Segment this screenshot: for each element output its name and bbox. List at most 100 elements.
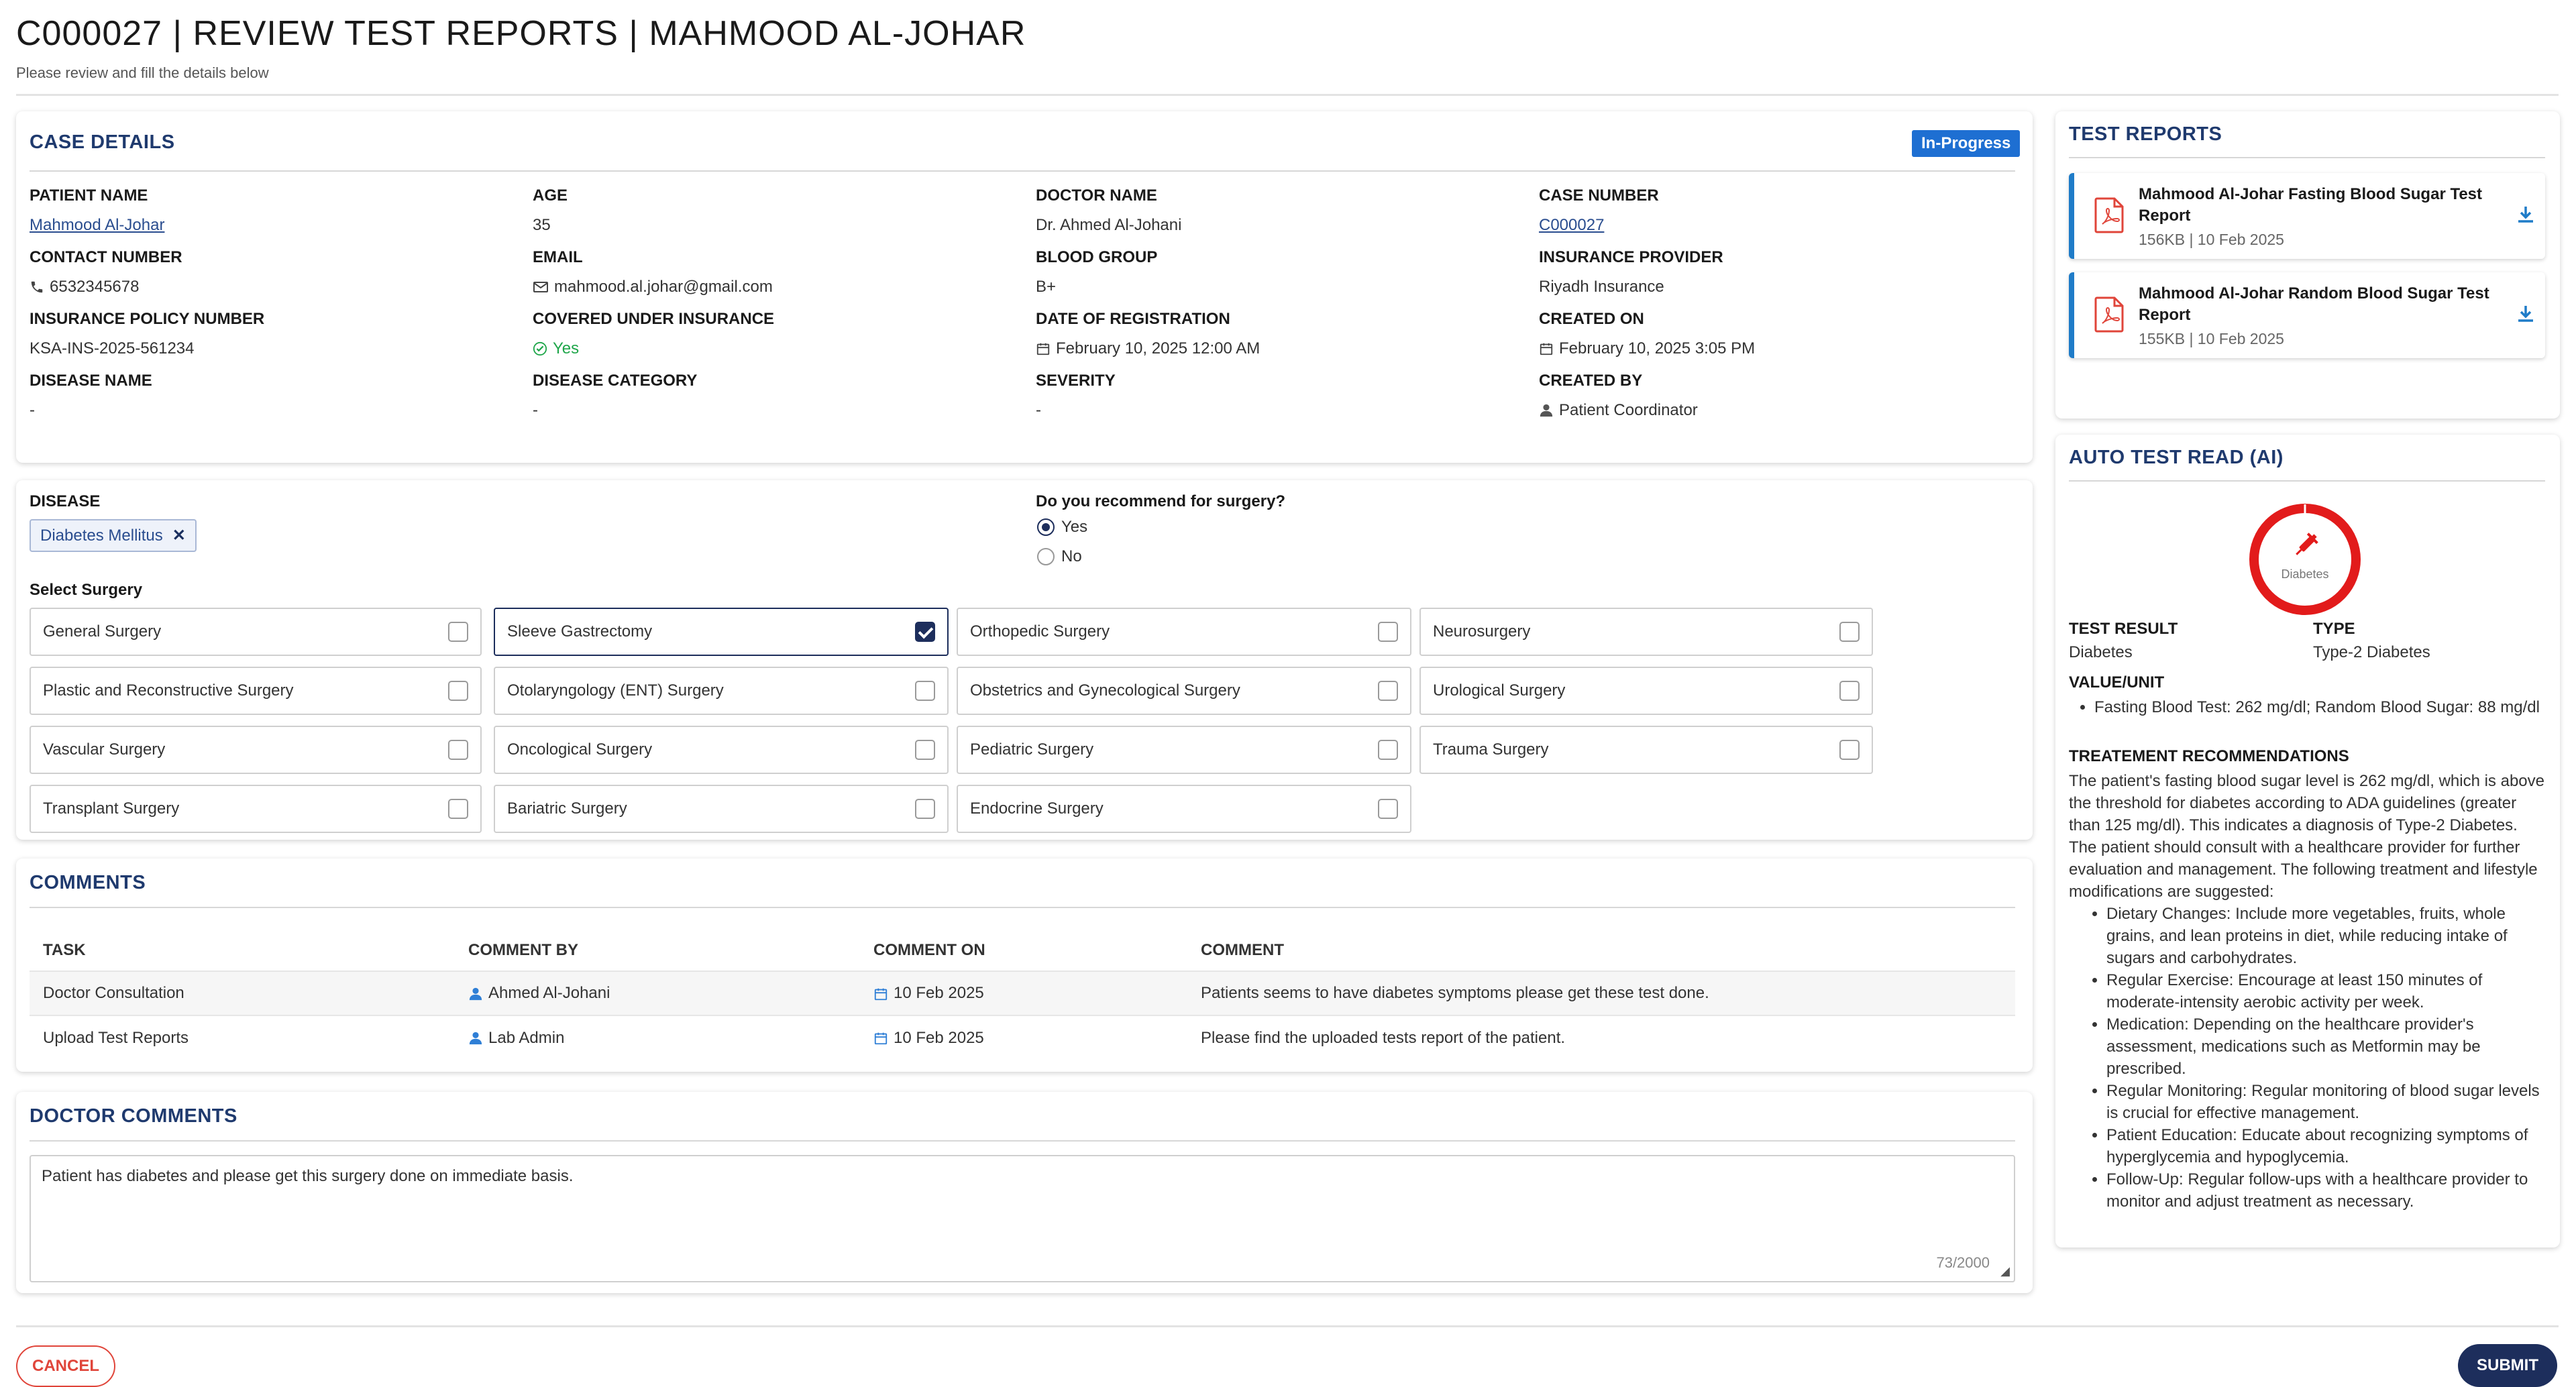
surgery-option[interactable]: Transplant Surgery: [30, 785, 482, 833]
surgery-option[interactable]: Obstetrics and Gynecological Surgery: [957, 667, 1411, 715]
report-item[interactable]: Mahmood Al-Johar Random Blood Sugar Test…: [2069, 272, 2545, 358]
surgery-option[interactable]: Endocrine Surgery: [957, 785, 1411, 833]
recommendations-field: TREATEMENT RECOMMENDATIONS The patient's…: [2069, 747, 2545, 1213]
doctor-comments-title: DOCTOR COMMENTS: [30, 1105, 237, 1127]
disease-category-value: -: [533, 401, 538, 419]
list-item: Regular Exercise: Encourage at least 150…: [2106, 969, 2545, 1013]
radio-yes-indicator[interactable]: [1037, 518, 1055, 536]
radio-yes[interactable]: Yes: [1037, 518, 1087, 537]
surgery-option[interactable]: Neurosurgery: [1419, 608, 1873, 656]
cell-task: Upload Test Reports: [30, 1015, 455, 1060]
recommendations-intro: The patient's fasting blood sugar level …: [2069, 772, 2544, 901]
report-meta: 156KB | 10 Feb 2025: [2139, 231, 2284, 248]
table-row: Upload Test Reports Lab Admin 10 Feb 202…: [30, 1015, 2015, 1060]
test-result-label: TEST RESULT: [2069, 620, 2178, 638]
download-icon[interactable]: [2517, 304, 2534, 327]
checkbox[interactable]: [915, 622, 935, 642]
test-result-field: TEST RESULT Diabetes: [2069, 620, 2178, 663]
table-row: Doctor Consultation Ahmed Al-Johani 10 F…: [30, 970, 2015, 1015]
checkbox[interactable]: [1839, 740, 1860, 760]
severity-field: SEVERITY -: [1036, 372, 1116, 420]
test-result-value: Diabetes: [2069, 643, 2133, 661]
cell-by: Ahmed Al-Johani: [455, 970, 860, 1015]
table-header-row: TASK COMMENT BY COMMENT ON COMMENT: [30, 930, 2015, 971]
doctor-comments-textarea[interactable]: Patient has diabetes and please get this…: [30, 1155, 2015, 1282]
created-on-value: February 10, 2025 3:05 PM: [1539, 339, 1755, 358]
checkbox[interactable]: [448, 799, 468, 819]
surgery-option[interactable]: General Surgery: [30, 608, 482, 656]
comments-card: COMMENTS TASK COMMENT BY COMMENT ON COMM…: [16, 858, 2033, 1072]
radio-no[interactable]: No: [1037, 547, 1082, 566]
checkbox[interactable]: [915, 799, 935, 819]
surgery-option-label: Orthopedic Surgery: [970, 622, 1110, 641]
header-divider: [16, 94, 2559, 96]
age-label: AGE: [533, 186, 568, 205]
age-value: 35: [533, 216, 551, 234]
checkbox[interactable]: [915, 740, 935, 760]
severity-label: SEVERITY: [1036, 372, 1116, 390]
user-icon: [1540, 404, 1553, 417]
surgery-option[interactable]: Orthopedic Surgery: [957, 608, 1411, 656]
patient-name-link[interactable]: Mahmood Al-Johar: [30, 216, 164, 235]
surgery-option-label: Trauma Surgery: [1433, 740, 1549, 759]
disease-chip[interactable]: Diabetes Mellitus ✕: [30, 519, 197, 552]
report-item[interactable]: Mahmood Al-Johar Fasting Blood Sugar Tes…: [2069, 173, 2545, 259]
radio-yes-label: Yes: [1061, 518, 1088, 536]
cell-by-text: Ahmed Al-Johani: [488, 984, 610, 1002]
insurance-provider-field: INSURANCE PROVIDER Riyadh Insurance: [1539, 248, 1723, 296]
checkbox[interactable]: [448, 622, 468, 642]
checkbox[interactable]: [1378, 799, 1398, 819]
severity-value: -: [1036, 401, 1041, 419]
checkbox[interactable]: [1378, 622, 1398, 642]
checkbox[interactable]: [1839, 622, 1860, 642]
cell-on-text: 10 Feb 2025: [894, 984, 984, 1002]
age-field: AGE 35: [533, 186, 568, 235]
doctor-name-label: DOCTOR NAME: [1036, 186, 1157, 205]
cell-comment: Patients seems to have diabetes symptoms…: [1187, 970, 2015, 1015]
disease-name-label: DISEASE NAME: [30, 372, 152, 390]
radio-no-indicator[interactable]: [1037, 548, 1055, 565]
mail-icon: [533, 282, 548, 292]
surgery-option[interactable]: Oncological Surgery: [494, 726, 949, 774]
section-divider: [2069, 480, 2545, 482]
surgery-option[interactable]: Vascular Surgery: [30, 726, 482, 774]
registration-date-value: February 10, 2025 12:00 AM: [1036, 339, 1260, 358]
case-details-card: CASE DETAILS In-Progress PATIENT NAME Ma…: [16, 111, 2033, 463]
surgery-option[interactable]: Trauma Surgery: [1419, 726, 1873, 774]
checkbox[interactable]: [1839, 681, 1860, 701]
case-number-link[interactable]: C000027: [1539, 216, 1659, 235]
surgery-option-label: Neurosurgery: [1433, 622, 1531, 641]
checkbox[interactable]: [448, 681, 468, 701]
contact-number-field: CONTACT NUMBER 6532345678: [30, 248, 182, 296]
created-by-field: CREATED BY Patient Coordinator: [1539, 372, 1698, 420]
column-header-comment: COMMENT: [1201, 940, 1284, 959]
surgery-option[interactable]: Sleeve Gastrectomy: [494, 608, 949, 656]
surgery-option[interactable]: Plastic and Reconstructive Surgery: [30, 667, 482, 715]
checkbox[interactable]: [1378, 681, 1398, 701]
test-reports-title: TEST REPORTS: [2069, 123, 2222, 145]
created-on-field: CREATED ON February 10, 2025 3:05 PM: [1539, 310, 1755, 358]
list-item: Fasting Blood Test: 262 mg/dl; Random Bl…: [2094, 696, 2545, 718]
contact-number-label: CONTACT NUMBER: [30, 248, 182, 266]
diabetes-ring: Diabetes: [2247, 502, 2363, 617]
checkbox[interactable]: [448, 740, 468, 760]
download-icon[interactable]: [2517, 205, 2534, 227]
cancel-button[interactable]: CANCEL: [16, 1345, 115, 1387]
submit-button[interactable]: SUBMIT: [2458, 1344, 2557, 1387]
resize-handle-icon[interactable]: ◢: [2000, 1264, 2010, 1278]
surgery-option[interactable]: Pediatric Surgery: [957, 726, 1411, 774]
disease-category-label: DISEASE CATEGORY: [533, 372, 698, 390]
calendar-icon: [873, 1031, 888, 1046]
checkbox[interactable]: [1378, 740, 1398, 760]
ai-card: AUTO TEST READ (AI) Diabetes TEST RESULT…: [2055, 435, 2560, 1247]
close-icon[interactable]: ✕: [172, 526, 186, 545]
created-on-text: February 10, 2025 3:05 PM: [1559, 339, 1756, 357]
surgery-option[interactable]: Bariatric Surgery: [494, 785, 949, 833]
cell-on: 10 Feb 2025: [860, 970, 1187, 1015]
doctor-comments-text: Patient has diabetes and please get this…: [42, 1167, 574, 1185]
surgery-option[interactable]: Urological Surgery: [1419, 667, 1873, 715]
created-by-label: CREATED BY: [1539, 372, 1643, 390]
surgery-option[interactable]: Otolaryngology (ENT) Surgery: [494, 667, 949, 715]
policy-number-value: KSA-INS-2025-561234: [30, 339, 195, 357]
checkbox[interactable]: [915, 681, 935, 701]
